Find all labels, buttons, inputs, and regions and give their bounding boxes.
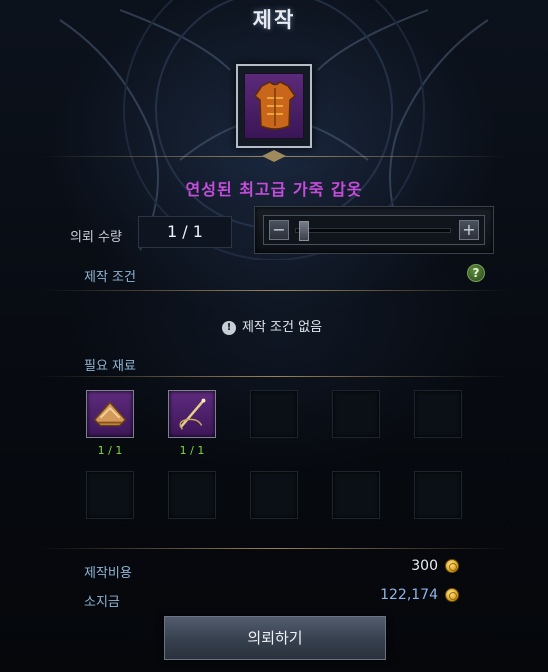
material-count: 1 / 1 — [97, 444, 123, 457]
quantity-value[interactable]: 1 / 1 — [138, 216, 232, 248]
request-button[interactable]: 의뢰하기 — [164, 616, 386, 660]
crafted-item-slot[interactable] — [236, 64, 312, 148]
empty-material-slot — [332, 471, 380, 519]
slider-handle[interactable] — [299, 221, 309, 241]
material-count: 1 / 1 — [179, 444, 205, 457]
quantity-slider-frame: − + — [254, 206, 494, 254]
empty-material-slot — [414, 390, 462, 438]
empty-material-slot — [250, 390, 298, 438]
window-title: 제작 — [252, 8, 296, 32]
gold-coin-icon — [445, 588, 459, 602]
craft-cost-label: 제작비용 — [84, 566, 132, 581]
conditions-status: ! 제작 조건 없음 — [222, 316, 322, 335]
material-slot[interactable] — [168, 390, 216, 438]
empty-material-slot — [168, 471, 216, 519]
materials-label: 필요 재료 — [84, 359, 136, 374]
slider-track[interactable] — [295, 228, 451, 233]
empty-material-slot — [414, 471, 462, 519]
leather-bundle-icon — [87, 401, 133, 441]
conditions-label: 제작 조건 — [84, 270, 136, 285]
conditions-divider — [40, 290, 508, 291]
gold-coin-icon — [445, 559, 459, 573]
cost-divider — [40, 548, 508, 549]
quantity-slider: − + — [263, 215, 485, 245]
divider-ornament — [262, 150, 286, 162]
thread-icon — [169, 398, 215, 441]
craft-cost-value: 300 — [411, 558, 438, 574]
help-icon[interactable]: ? — [467, 264, 485, 282]
decrease-button[interactable]: − — [269, 220, 289, 240]
conditions-status-text: 제작 조건 없음 — [242, 320, 323, 335]
empty-material-slot — [332, 390, 380, 438]
gold-value: 122,174 — [380, 587, 438, 603]
item-icon-background — [244, 73, 304, 139]
empty-material-slot — [86, 471, 134, 519]
materials-divider — [40, 376, 508, 377]
empty-material-slot — [250, 471, 298, 519]
leather-armor-icon — [253, 81, 297, 130]
gold-label: 소지금 — [84, 595, 120, 610]
quantity-label: 의뢰 수량 — [70, 230, 122, 245]
material-slot[interactable] — [86, 390, 134, 438]
item-name: 연성된 최고급 가죽 갑옷 — [185, 180, 363, 199]
info-icon: ! — [222, 321, 236, 335]
increase-button[interactable]: + — [459, 220, 479, 240]
crafting-window: 제작 연성된 최고급 가죽 갑옷 의뢰 수량 1 / 1 − + 제작 조건 ?… — [0, 0, 548, 672]
